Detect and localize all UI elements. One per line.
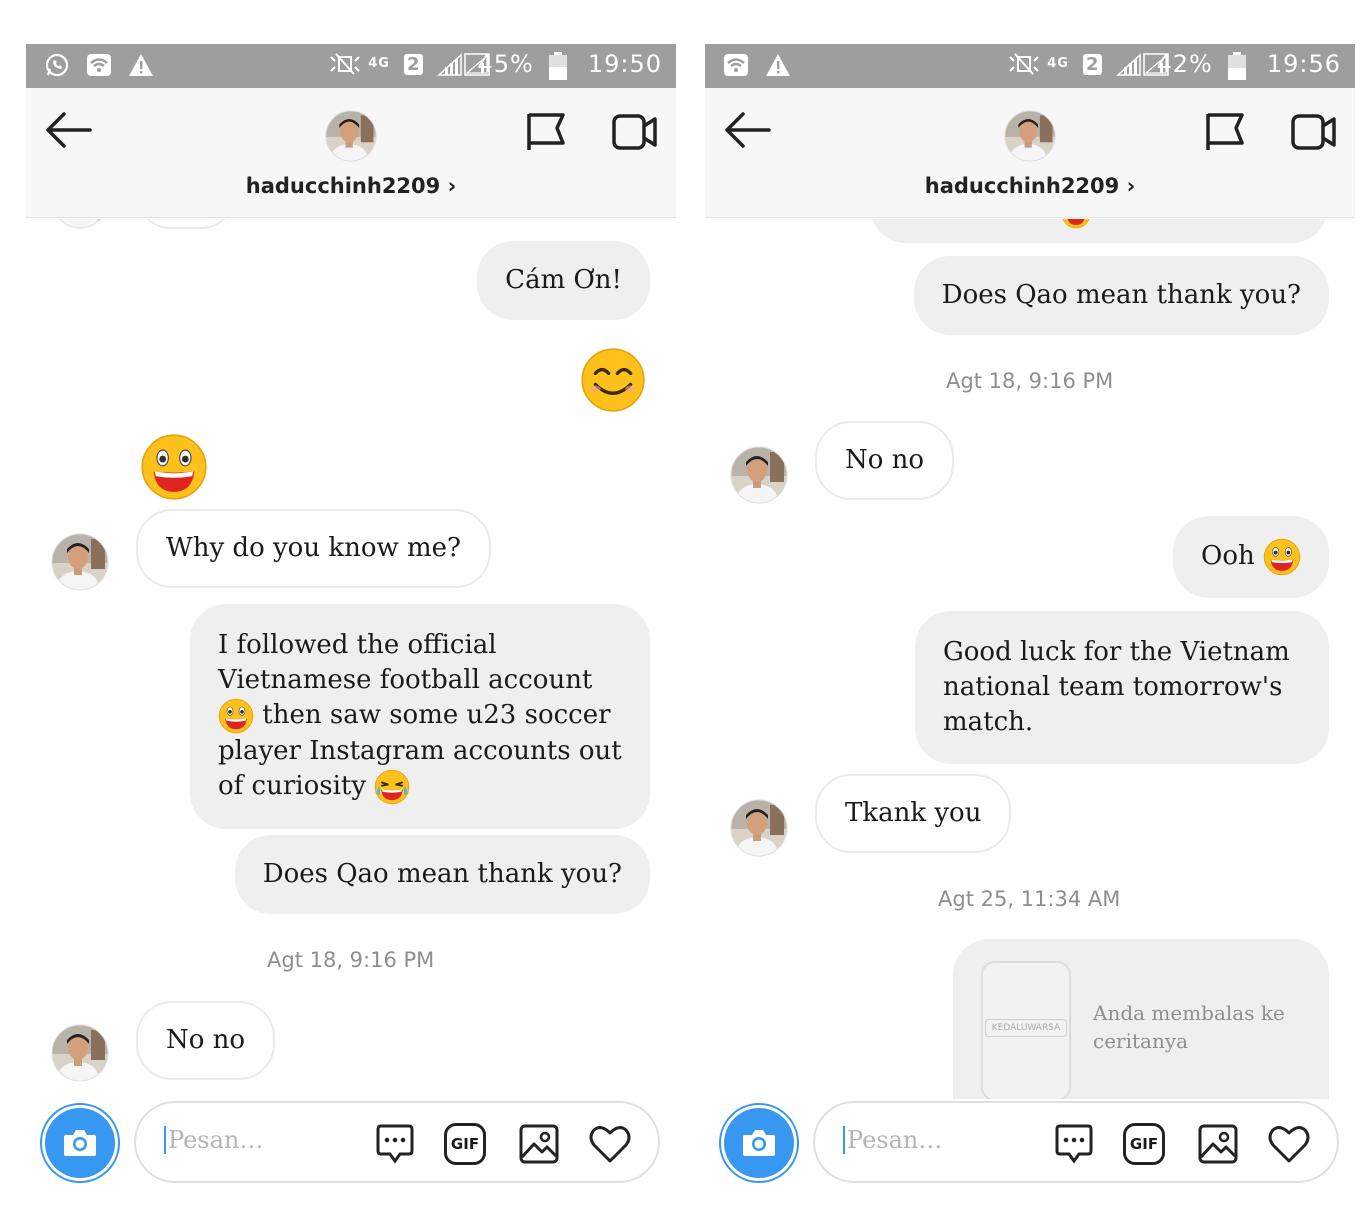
camera-icon — [60, 1123, 100, 1163]
message-bubble-received: Tkank you — [815, 774, 1012, 853]
composer-bar: Pesan… GIF — [26, 1099, 676, 1194]
image-icon[interactable] — [1197, 1123, 1239, 1165]
story-thumbnail: KEDALUWARSA — [981, 961, 1071, 1099]
video-icon[interactable] — [612, 112, 658, 152]
mute-icon — [1007, 51, 1039, 77]
message-input[interactable]: Pesan… GIF — [134, 1101, 660, 1183]
image-icon[interactable] — [518, 1123, 560, 1165]
message-bubble-sent: Good luck for the Vietnam national team … — [915, 611, 1329, 764]
right-screenshot: 4G 2 42% 19:56 haducchinh2209 › Does Qao… — [705, 44, 1355, 1194]
timestamp: Agt 18, 9:16 PM — [946, 369, 1114, 393]
warning-icon — [128, 52, 154, 78]
message-bubble-received: No no — [136, 1001, 276, 1080]
status-time: 19:50 — [587, 50, 662, 78]
message-placeholder: Pesan… — [164, 1126, 263, 1154]
avatar[interactable] — [1004, 110, 1056, 162]
avatar — [51, 533, 109, 591]
grinning-face-emoji — [1061, 219, 1091, 229]
chat-header: haducchinh2209 › — [705, 88, 1355, 218]
mute-icon — [328, 51, 360, 77]
grinning-face-emoji — [1263, 538, 1301, 576]
avatar — [730, 799, 788, 857]
chat-bubble-icon[interactable] — [374, 1123, 416, 1165]
message-bubble-partial — [136, 219, 236, 229]
signal-icon — [1116, 51, 1170, 77]
flag-icon[interactable] — [524, 110, 568, 154]
avatar — [51, 1024, 109, 1082]
story-reply-text: Anda membalas ke ceritanya — [1093, 1001, 1285, 1053]
username-link[interactable]: haducchinh2209 › — [705, 174, 1355, 198]
username-link[interactable]: haducchinh2209 › — [26, 174, 676, 198]
message-bubble-sent: Ooh — [1173, 516, 1329, 598]
network-type: 4G — [1047, 56, 1069, 71]
grinning-face-emoji — [140, 433, 208, 501]
left-screenshot: 4G 2 45% 19:50 haducchinh2209 › Cám Ơn! … — [26, 44, 676, 1194]
back-arrow-icon[interactable] — [44, 110, 94, 150]
battery-icon — [548, 51, 574, 80]
smiling-face-emoji — [580, 347, 646, 413]
video-icon[interactable] — [1291, 112, 1337, 152]
timestamp: Agt 18, 9:16 PM — [267, 948, 435, 972]
gif-button[interactable]: GIF — [444, 1123, 486, 1165]
message-bubble-sent: I followed the official Vietnamese footb… — [190, 604, 650, 829]
status-bar: 4G 2 45% 19:50 — [26, 44, 676, 88]
message-bubble-received: No no — [815, 421, 955, 500]
composer-bar: Pesan… GIF — [705, 1099, 1355, 1194]
message-bubble-received: Why do you know me? — [136, 509, 491, 588]
chat-header: haducchinh2209 › — [26, 88, 676, 218]
battery-percent: 42% — [1156, 50, 1213, 78]
avatar — [730, 446, 788, 504]
status-time: 19:56 — [1266, 50, 1341, 78]
message-input[interactable]: Pesan… GIF — [813, 1101, 1339, 1183]
avatar[interactable] — [325, 110, 377, 162]
warning-icon — [765, 52, 791, 78]
camera-button[interactable] — [40, 1103, 120, 1183]
network-type: 4G — [368, 56, 390, 71]
message-bubble-partial — [870, 219, 1328, 243]
heart-icon[interactable] — [588, 1123, 632, 1165]
heart-icon[interactable] — [1267, 1123, 1311, 1165]
camera-icon — [739, 1123, 779, 1163]
grinning-face-emoji — [218, 698, 254, 734]
message-list: Cám Ơn! Why do you know me? I followed t… — [26, 219, 676, 1099]
back-arrow-icon[interactable] — [723, 110, 773, 150]
camera-button[interactable] — [719, 1103, 799, 1183]
battery-percent: 45% — [477, 50, 534, 78]
message-bubble-sent: Does Qao mean thank you? — [913, 256, 1329, 335]
message-placeholder: Pesan… — [843, 1126, 942, 1154]
flag-icon[interactable] — [1203, 110, 1247, 154]
timestamp: Agt 25, 11:34 AM — [938, 887, 1121, 911]
wifi-icon — [86, 52, 112, 78]
message-bubble-sent: Cám Ơn! — [477, 241, 650, 320]
signal-icon — [437, 51, 491, 77]
gif-button[interactable]: GIF — [1123, 1123, 1165, 1165]
story-reply-card[interactable]: KEDALUWARSA Anda membalas ke ceritanya — [953, 939, 1329, 1099]
laughing-tears-emoji — [374, 769, 410, 805]
whatsapp-icon — [44, 52, 70, 78]
expired-label: KEDALUWARSA — [985, 1019, 1067, 1037]
sim-indicator: 2 — [403, 53, 424, 75]
avatar — [51, 219, 109, 229]
battery-icon — [1227, 51, 1253, 80]
message-list: Does Qao mean thank you? Agt 18, 9:16 PM… — [705, 219, 1355, 1099]
message-bubble-sent: Does Qao mean thank you? — [234, 835, 650, 914]
wifi-icon — [723, 52, 749, 78]
status-bar: 4G 2 42% 19:56 — [705, 44, 1355, 88]
sim-indicator: 2 — [1082, 53, 1103, 75]
chat-bubble-icon[interactable] — [1053, 1123, 1095, 1165]
